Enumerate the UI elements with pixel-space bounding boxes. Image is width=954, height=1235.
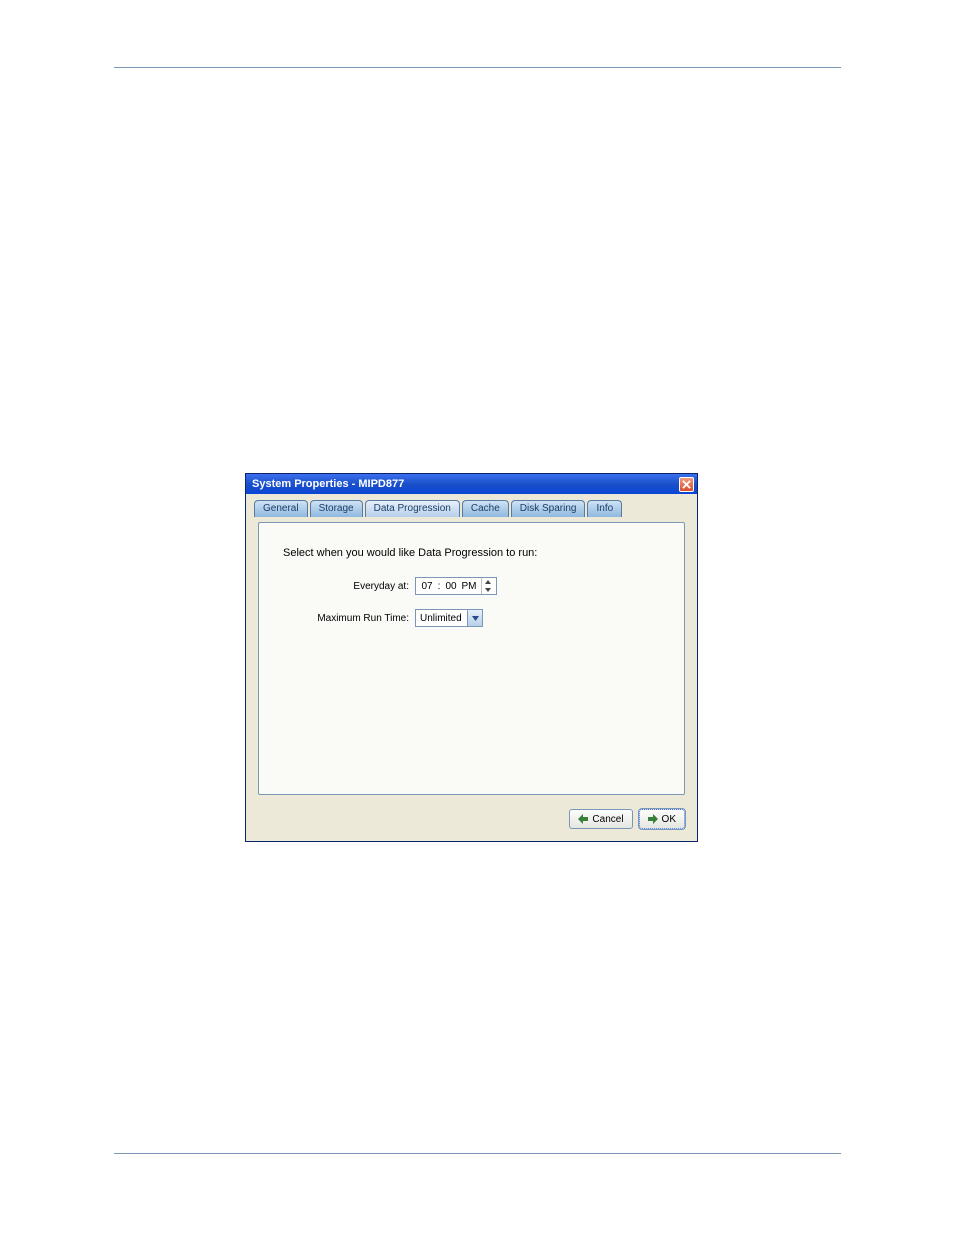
select-arrow-button[interactable] xyxy=(467,610,482,626)
everyday-label: Everyday at: xyxy=(309,581,409,592)
cancel-label: Cancel xyxy=(592,814,623,825)
chevron-down-icon xyxy=(472,616,479,621)
tab-label: Data Progression xyxy=(374,503,451,514)
ok-label: OK xyxy=(662,814,676,825)
time-spinner xyxy=(481,578,494,594)
max-run-row: Maximum Run Time: Unlimited xyxy=(309,609,666,627)
max-run-value: Unlimited xyxy=(420,613,462,624)
tab-cache[interactable]: Cache xyxy=(462,500,509,517)
tab-storage[interactable]: Storage xyxy=(310,500,363,517)
time-input[interactable]: 07 : 00 PM xyxy=(415,577,497,595)
tab-general[interactable]: General xyxy=(254,500,308,517)
tab-data-progression[interactable]: Data Progression xyxy=(365,500,460,517)
chevron-down-icon xyxy=(485,588,491,592)
forward-arrow-icon xyxy=(648,814,658,824)
footer-rule xyxy=(114,1153,841,1154)
instruction-text: Select when you would like Data Progress… xyxy=(283,547,666,559)
close-icon xyxy=(682,480,691,489)
time-ampm[interactable]: PM xyxy=(460,581,478,592)
chevron-up-icon xyxy=(485,580,491,584)
titlebar[interactable]: System Properties - MIPD877 xyxy=(246,474,697,494)
max-run-label: Maximum Run Time: xyxy=(309,613,409,624)
tab-info[interactable]: Info xyxy=(587,500,622,517)
header-rule xyxy=(114,67,841,68)
tab-label: Disk Sparing xyxy=(520,503,577,514)
dialog-buttons: Cancel OK xyxy=(569,809,685,829)
tab-label: General xyxy=(263,503,299,514)
back-arrow-icon xyxy=(578,814,588,824)
spin-up-button[interactable] xyxy=(482,578,494,586)
max-run-select[interactable]: Unlimited xyxy=(415,609,483,627)
tab-disk-sparing[interactable]: Disk Sparing xyxy=(511,500,586,517)
tab-label: Info xyxy=(596,503,613,514)
ok-button[interactable]: OK xyxy=(639,809,685,829)
spin-down-button[interactable] xyxy=(482,586,494,594)
tab-label: Cache xyxy=(471,503,500,514)
time-minute[interactable]: 00 xyxy=(442,581,460,592)
tab-strip: General Storage Data Progression Cache D… xyxy=(246,494,697,517)
content-panel: Select when you would like Data Progress… xyxy=(258,522,685,795)
close-button[interactable] xyxy=(679,477,694,492)
tab-label: Storage xyxy=(319,503,354,514)
everyday-row: Everyday at: 07 : 00 PM xyxy=(309,577,666,595)
window-title: System Properties - MIPD877 xyxy=(252,478,404,490)
cancel-button[interactable]: Cancel xyxy=(569,809,632,829)
time-hour[interactable]: 07 xyxy=(418,581,436,592)
system-properties-dialog: System Properties - MIPD877 General Stor… xyxy=(245,473,698,842)
dialog-body: General Storage Data Progression Cache D… xyxy=(246,494,697,841)
